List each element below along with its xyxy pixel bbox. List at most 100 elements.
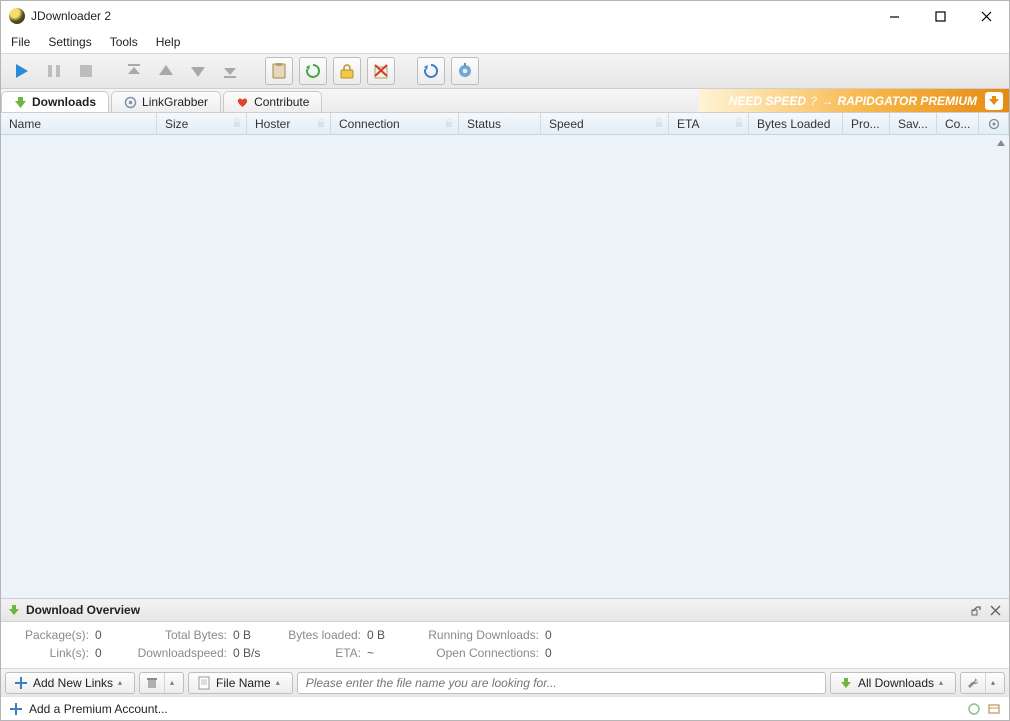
col-connection[interactable]: Connection [331, 113, 459, 134]
col-speed[interactable]: Speed [541, 113, 669, 134]
move-bottom-button[interactable] [217, 58, 243, 84]
clipboard-monitor-button[interactable] [265, 57, 293, 85]
col-co-label: Co... [945, 117, 970, 131]
ov-totalbytes-value: 0 B [227, 628, 265, 642]
heart-icon [236, 96, 249, 109]
promo-brand: RAPIDGATOR PREMIUM [837, 94, 977, 108]
linkgrabber-icon [124, 96, 137, 109]
col-sav-label: Sav... [898, 117, 928, 131]
filename-filter-button[interactable]: File Name ▴ [188, 672, 293, 694]
all-downloads-button[interactable]: All Downloads ▴ [830, 672, 956, 694]
ov-links-label: Link(s): [11, 646, 89, 660]
tab-linkgrabber[interactable]: LinkGrabber [111, 91, 221, 112]
download-arrow-icon [7, 603, 21, 617]
ov-totalbytes-label: Total Bytes: [117, 628, 227, 642]
status-icon-2[interactable] [987, 702, 1001, 716]
lock-icon [232, 118, 242, 128]
app-icon [9, 8, 25, 24]
document-icon [197, 676, 211, 690]
menu-tools[interactable]: Tools [110, 35, 138, 49]
col-status[interactable]: Status [459, 113, 541, 134]
move-down-button[interactable] [185, 58, 211, 84]
trash-menu[interactable]: ▴ [139, 672, 184, 694]
add-links-button[interactable]: Add New Links ▴ [5, 672, 135, 694]
dropdown-icon: ▴ [939, 678, 947, 687]
gear-icon [988, 118, 1000, 130]
move-top-button[interactable] [121, 58, 147, 84]
toolbar [1, 53, 1009, 89]
ov-eta-value: ~ [361, 646, 399, 660]
ov-running-label: Running Downloads: [399, 628, 539, 642]
status-icon-1[interactable] [967, 702, 981, 716]
col-settings[interactable] [979, 113, 1009, 134]
panel-close-button[interactable] [987, 602, 1003, 618]
ov-dlspeed-value: 0 B/s [227, 646, 265, 660]
statusbar: Add a Premium Account... [1, 696, 1009, 720]
menubar: File Settings Tools Help [1, 31, 1009, 53]
settings-menu[interactable]: ▴ [960, 672, 1005, 694]
tab-contribute[interactable]: Contribute [223, 91, 322, 112]
premium-button[interactable] [333, 57, 361, 85]
stop-button[interactable] [73, 58, 99, 84]
scroll-up-icon[interactable] [995, 137, 1007, 149]
col-co[interactable]: Co... [937, 113, 979, 134]
menu-settings[interactable]: Settings [48, 35, 91, 49]
col-connection-label: Connection [339, 117, 400, 131]
all-downloads-label: All Downloads [858, 676, 934, 690]
promo-banner[interactable]: NEED SPEED? → RAPIDGATOR PREMIUM [699, 89, 1009, 112]
col-pro-label: Pro... [851, 117, 880, 131]
add-links-label: Add New Links [33, 676, 113, 690]
trash-icon [145, 676, 159, 690]
update-button[interactable] [451, 57, 479, 85]
pause-button[interactable] [41, 58, 67, 84]
lock-icon [734, 118, 744, 128]
col-speed-label: Speed [549, 117, 584, 131]
overview-title: Download Overview [26, 603, 140, 617]
close-button[interactable] [963, 1, 1009, 31]
ov-packages-value: 0 [89, 628, 117, 642]
minimize-button[interactable] [871, 1, 917, 31]
menu-help[interactable]: Help [156, 35, 181, 49]
search-box[interactable] [297, 672, 826, 694]
ov-openconn-label: Open Connections: [399, 646, 539, 660]
col-size-label: Size [165, 117, 188, 131]
col-pro[interactable]: Pro... [843, 113, 890, 134]
downloads-grid[interactable] [1, 135, 1009, 599]
lock-icon [444, 118, 454, 128]
delete-button[interactable] [367, 57, 395, 85]
search-input[interactable] [304, 675, 819, 691]
lock-icon [654, 118, 664, 128]
filename-filter-label: File Name [216, 676, 271, 690]
tab-downloads[interactable]: Downloads [1, 91, 109, 112]
tab-linkgrabber-label: LinkGrabber [142, 95, 208, 109]
col-bytes-label: Bytes Loaded [757, 117, 830, 131]
ov-bytesloaded-label: Bytes loaded: [265, 628, 361, 642]
ov-bytesloaded-value: 0 B [361, 628, 399, 642]
ov-dlspeed-label: Downloadspeed: [117, 646, 227, 660]
plus-icon [14, 676, 28, 690]
promo-download-icon [985, 92, 1003, 110]
menu-file[interactable]: File [11, 35, 30, 49]
col-sav[interactable]: Sav... [890, 113, 937, 134]
move-up-button[interactable] [153, 58, 179, 84]
col-bytes[interactable]: Bytes Loaded [749, 113, 843, 134]
play-button[interactable] [9, 58, 35, 84]
window-title: JDownloader 2 [31, 9, 111, 23]
col-name[interactable]: Name [1, 113, 157, 134]
col-name-label: Name [9, 117, 41, 131]
panel-detach-button[interactable] [969, 602, 985, 618]
col-hoster[interactable]: Hoster [247, 113, 331, 134]
maximize-button[interactable] [917, 1, 963, 31]
plus-icon [9, 702, 23, 716]
download-arrow-icon [839, 676, 853, 690]
column-headers: Name Size Hoster Connection Status Speed… [1, 113, 1009, 135]
col-eta[interactable]: ETA [669, 113, 749, 134]
ov-openconn-value: 0 [539, 646, 567, 660]
tab-downloads-label: Downloads [32, 95, 96, 109]
add-premium-link[interactable]: Add a Premium Account... [29, 702, 168, 716]
reconnect-button[interactable] [417, 57, 445, 85]
app-window: JDownloader 2 File Settings Tools Help D… [0, 0, 1010, 721]
dropdown-icon: ▴ [170, 678, 178, 687]
col-size[interactable]: Size [157, 113, 247, 134]
auto-reconnect-button[interactable] [299, 57, 327, 85]
